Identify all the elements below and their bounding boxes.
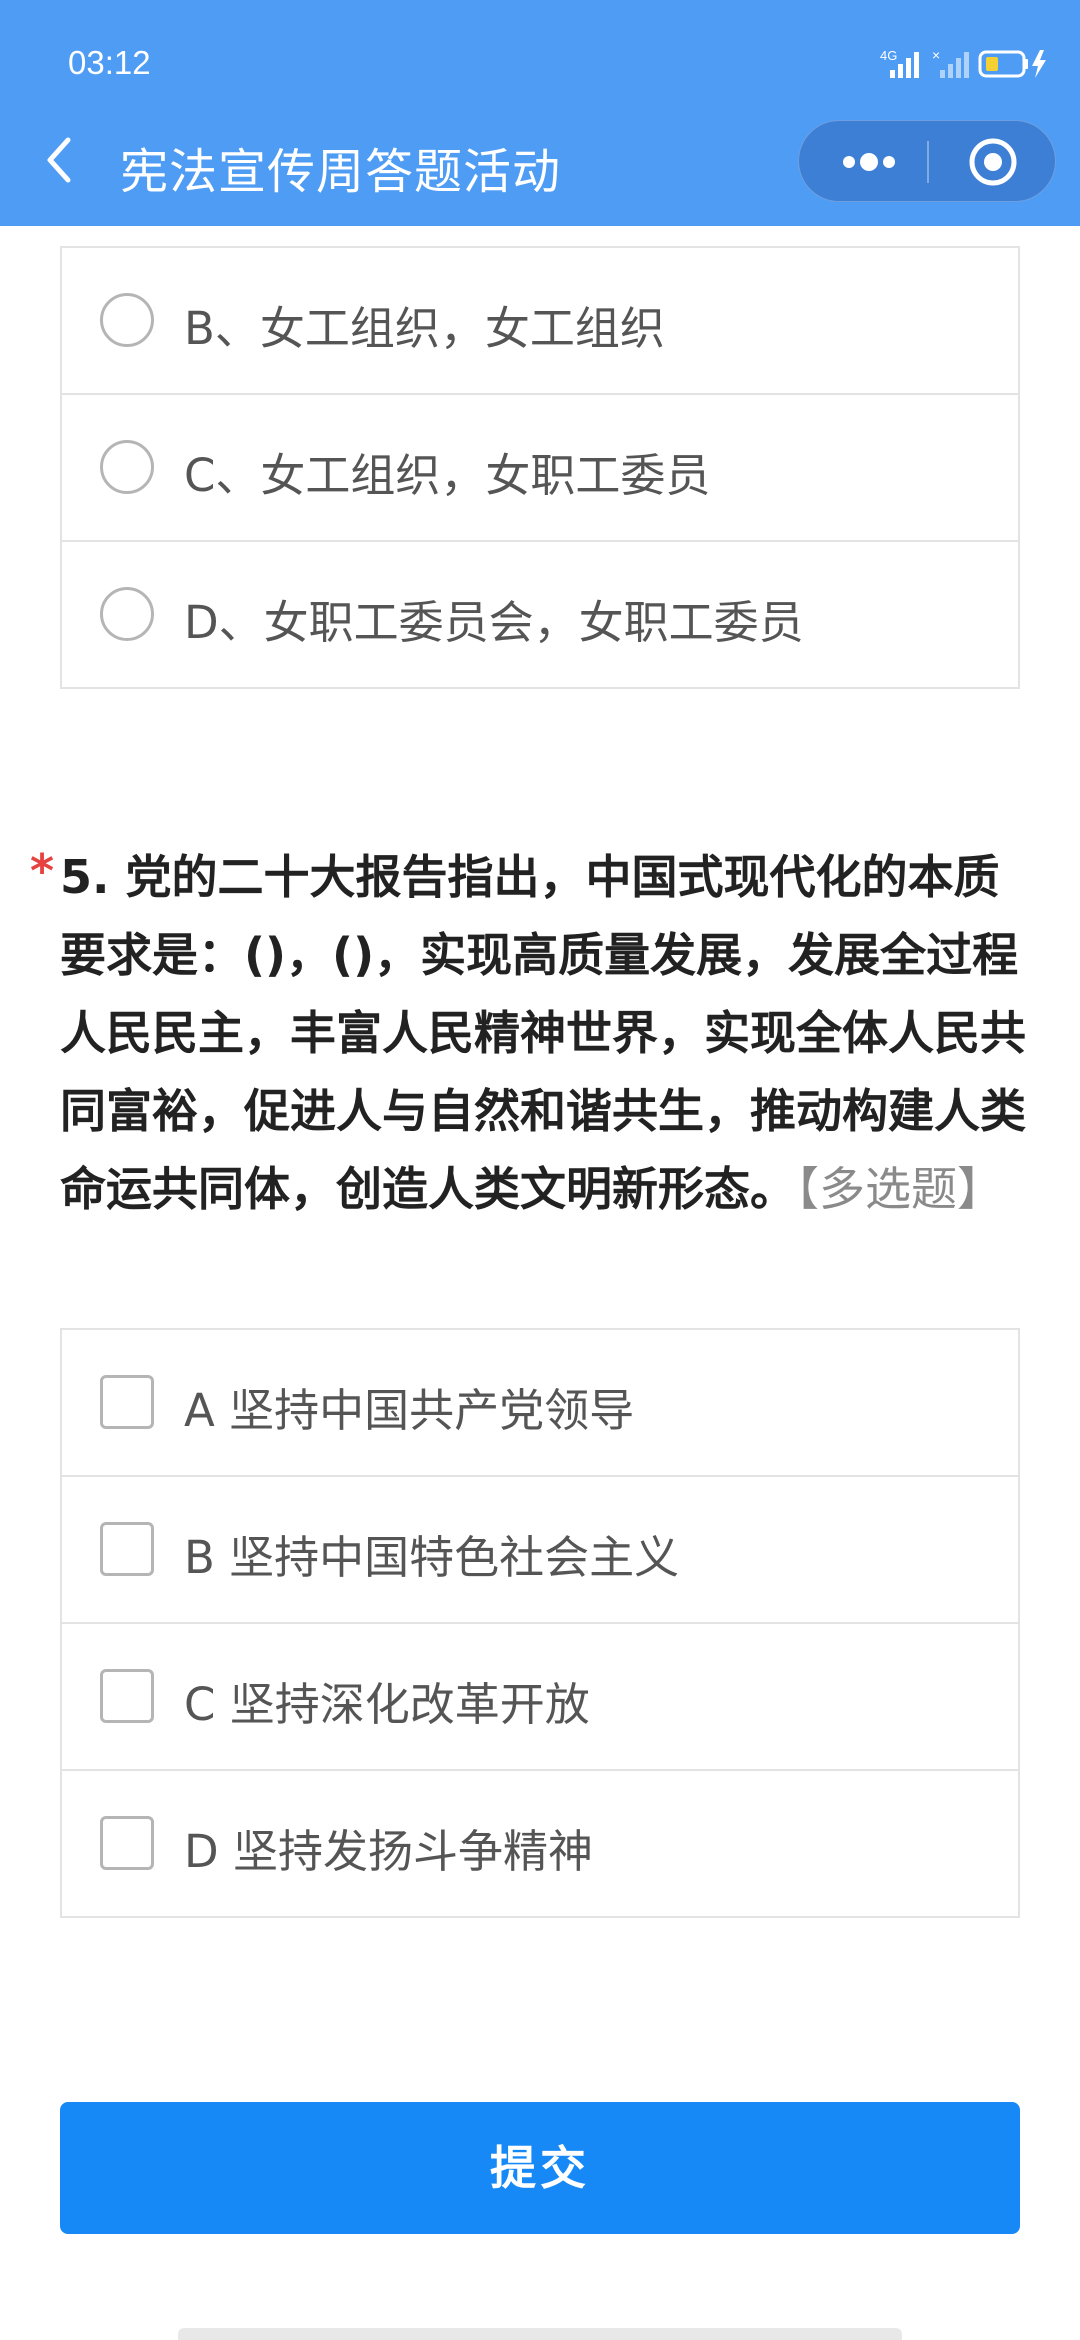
question-text-block: 5. 党的二十大报告指出，中国式现代化的本质要求是：()，()，实现高质量发展，… bbox=[60, 838, 1030, 1228]
radio-button[interactable] bbox=[100, 587, 154, 641]
q4-options: B、女工组织，女工组织 C、女工组织，女职工委员 D、女职工委员会，女职工委员 bbox=[60, 246, 1020, 689]
signal-label: 4G bbox=[880, 48, 897, 63]
q5-option-d[interactable]: D 坚持发扬斗争精神 bbox=[62, 1769, 1018, 1916]
battery-icon bbox=[978, 50, 1028, 78]
checkbox[interactable] bbox=[100, 1816, 154, 1870]
close-target-icon[interactable] bbox=[947, 133, 1039, 191]
signal-no-sim-icon: × bbox=[932, 47, 969, 78]
q5-options: A 坚持中国共产党领导 B 坚持中国特色社会主义 C 坚持深化改革开放 D 坚持… bbox=[60, 1328, 1020, 1918]
status-time: 03:12 bbox=[68, 44, 151, 81]
miniprogram-capsule bbox=[798, 120, 1056, 202]
option-label: B、女工组织，女工组织 bbox=[184, 302, 665, 355]
page-title: 宪法宣传周答题活动 bbox=[120, 144, 562, 200]
option-label: B 坚持中国特色社会主义 bbox=[184, 1531, 680, 1584]
svg-text:×: × bbox=[932, 47, 940, 63]
checkbox[interactable] bbox=[100, 1522, 154, 1576]
nav-header: 03:12 4G × 宪法宣传周答题活动 bbox=[0, 0, 1080, 226]
checkbox[interactable] bbox=[100, 1669, 154, 1723]
submit-button[interactable]: 提交 bbox=[60, 2102, 1020, 2234]
option-label: A 坚持中国共产党领导 bbox=[184, 1384, 635, 1437]
q5-option-c[interactable]: C 坚持深化改革开放 bbox=[62, 1622, 1018, 1769]
q4-option-d[interactable]: D、女职工委员会，女职工委员 bbox=[62, 540, 1018, 687]
charging-icon bbox=[1032, 50, 1046, 78]
option-label: C、女工组织，女职工委员 bbox=[184, 449, 711, 502]
radio-button[interactable] bbox=[100, 293, 154, 347]
question-type-tag: 【多选题】 bbox=[796, 1162, 1003, 1216]
signal-4g-icon: 4G bbox=[880, 48, 919, 78]
more-dots-icon[interactable] bbox=[821, 133, 917, 191]
option-label: D 坚持发扬斗争精神 bbox=[184, 1825, 593, 1878]
required-mark: * bbox=[30, 844, 55, 898]
option-label: D、女职工委员会，女职工委员 bbox=[184, 596, 804, 649]
option-label: C 坚持深化改革开放 bbox=[184, 1678, 590, 1731]
status-icons: 4G × bbox=[880, 47, 1046, 78]
radio-button[interactable] bbox=[100, 440, 154, 494]
capsule-divider bbox=[927, 141, 929, 183]
checkbox[interactable] bbox=[100, 1375, 154, 1429]
q5-option-a[interactable]: A 坚持中国共产党领导 bbox=[62, 1328, 1018, 1475]
q5-option-b[interactable]: B 坚持中国特色社会主义 bbox=[62, 1475, 1018, 1622]
q4-option-c[interactable]: C、女工组织，女职工委员 bbox=[62, 393, 1018, 540]
q4-option-b[interactable]: B、女工组织，女工组织 bbox=[62, 246, 1018, 393]
back-arrow-icon[interactable] bbox=[40, 130, 80, 190]
home-indicator bbox=[178, 2328, 902, 2340]
